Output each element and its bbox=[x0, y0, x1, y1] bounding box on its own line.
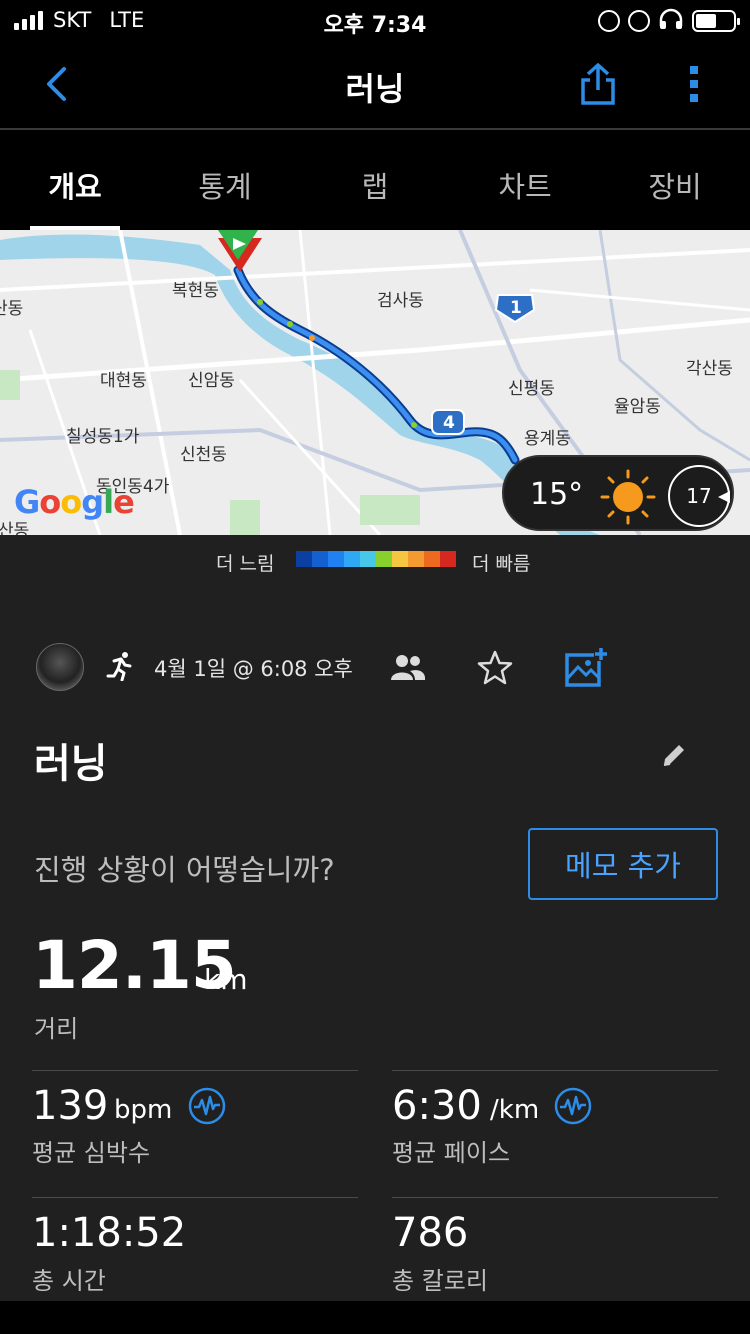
page-title: 러닝 bbox=[345, 70, 405, 108]
google-logo: Google bbox=[14, 483, 135, 521]
pace-color-swatch bbox=[408, 551, 424, 567]
pace-color-swatch bbox=[376, 551, 392, 567]
sun-icon bbox=[600, 469, 656, 525]
divider bbox=[392, 1070, 718, 1071]
avg-pace-value: 6:30 bbox=[392, 1083, 482, 1129]
pace-color-swatch bbox=[392, 551, 408, 567]
map-label: 산동 bbox=[0, 299, 24, 319]
pace-legend: 더 느림 더 빠름 bbox=[0, 535, 750, 585]
total-calories-label: 총 칼로리 bbox=[392, 1267, 488, 1295]
activity-title: 러닝 bbox=[34, 741, 108, 787]
tab-stats[interactable]: 통계 bbox=[150, 130, 300, 230]
avg-heart-rate-unit: bpm bbox=[114, 1095, 173, 1125]
pace-color-swatch bbox=[360, 551, 376, 567]
map-label: 복현동 bbox=[172, 281, 219, 301]
divider bbox=[32, 1070, 358, 1071]
map-label: 신암동 bbox=[188, 371, 235, 391]
route-shield-4: 4 bbox=[443, 413, 455, 433]
legend-slow-label: 더 느림 bbox=[216, 553, 275, 575]
total-time-label: 총 시간 bbox=[32, 1267, 106, 1295]
heart-rate-icon[interactable] bbox=[554, 1087, 592, 1125]
star-icon[interactable] bbox=[476, 649, 514, 687]
distance-unit: km bbox=[204, 963, 248, 996]
tab-overview[interactable]: 개요 bbox=[0, 130, 150, 230]
more-vertical-icon bbox=[690, 66, 698, 102]
avatar[interactable] bbox=[36, 643, 84, 691]
distance-label: 거리 bbox=[34, 1015, 79, 1043]
map-label: 칠성동1가 bbox=[66, 427, 140, 447]
pace-color-swatch bbox=[344, 551, 360, 567]
share-button[interactable] bbox=[578, 62, 618, 106]
status-bar: SKT LTE 오후 7:34 bbox=[0, 0, 750, 40]
people-icon[interactable] bbox=[390, 653, 426, 681]
nav-bar: 러닝 bbox=[0, 40, 750, 128]
total-time-value: 1:18:52 bbox=[32, 1210, 187, 1256]
tab-bar: 개요 통계 랩 차트 장비 bbox=[0, 130, 750, 230]
pace-color-scale bbox=[296, 551, 456, 567]
add-photo-icon[interactable] bbox=[564, 645, 608, 689]
headphones-icon bbox=[658, 8, 684, 34]
tab-charts[interactable]: 차트 bbox=[450, 130, 600, 230]
map-label: 각산동 bbox=[686, 359, 733, 379]
activity-date: 4월 1일 @ 6:08 오후 bbox=[154, 657, 353, 681]
total-calories-value: 786 bbox=[392, 1210, 469, 1256]
wind-speed-badge: 17 bbox=[668, 465, 730, 527]
divider bbox=[32, 1197, 358, 1198]
status-right bbox=[598, 8, 740, 34]
avg-heart-rate-value: 139 bbox=[32, 1083, 109, 1129]
alarm-icon bbox=[628, 10, 650, 32]
map-label: 신천동 bbox=[180, 445, 227, 465]
heart-rate-icon[interactable] bbox=[188, 1087, 226, 1125]
map-label: 용계동 bbox=[524, 429, 571, 449]
pace-color-swatch bbox=[424, 551, 440, 567]
divider bbox=[392, 1197, 718, 1198]
map-label: 신평동 bbox=[508, 379, 555, 399]
avg-heart-rate-label: 평균 심박수 bbox=[32, 1139, 151, 1167]
pencil-icon[interactable] bbox=[660, 741, 688, 769]
progress-question: 진행 상황이 어떻습니까? bbox=[34, 853, 335, 887]
avg-pace-label: 평균 페이스 bbox=[392, 1139, 511, 1167]
pace-color-swatch bbox=[328, 551, 344, 567]
map-label: 율암동 bbox=[614, 397, 661, 417]
activity-overview: 4월 1일 @ 6:08 오후 러닝 진행 상황이 어떻습니까? 메모 추가 1… bbox=[0, 585, 750, 1301]
legend-fast-label: 더 빠름 bbox=[472, 553, 531, 575]
avg-pace-unit: /km bbox=[490, 1095, 540, 1125]
pace-color-swatch bbox=[312, 551, 328, 567]
pace-color-swatch bbox=[440, 551, 456, 567]
share-icon bbox=[581, 63, 615, 105]
more-button[interactable] bbox=[684, 64, 704, 104]
running-icon bbox=[106, 652, 132, 681]
add-memo-button[interactable]: 메모 추가 bbox=[528, 828, 718, 900]
bottom-edge bbox=[0, 1301, 750, 1334]
tab-laps[interactable]: 랩 bbox=[300, 130, 450, 230]
weather-badge: 15° 17 bbox=[502, 455, 734, 531]
temperature-label: 15° bbox=[530, 477, 584, 512]
map-label: 검사동 bbox=[377, 291, 424, 311]
battery-icon bbox=[692, 10, 740, 32]
pace-color-swatch bbox=[296, 551, 312, 567]
tab-gear[interactable]: 장비 bbox=[600, 130, 750, 230]
rotation-lock-icon bbox=[598, 10, 620, 32]
map-label: 대현동 bbox=[100, 371, 147, 391]
route-shield-1: 1 bbox=[510, 298, 522, 318]
